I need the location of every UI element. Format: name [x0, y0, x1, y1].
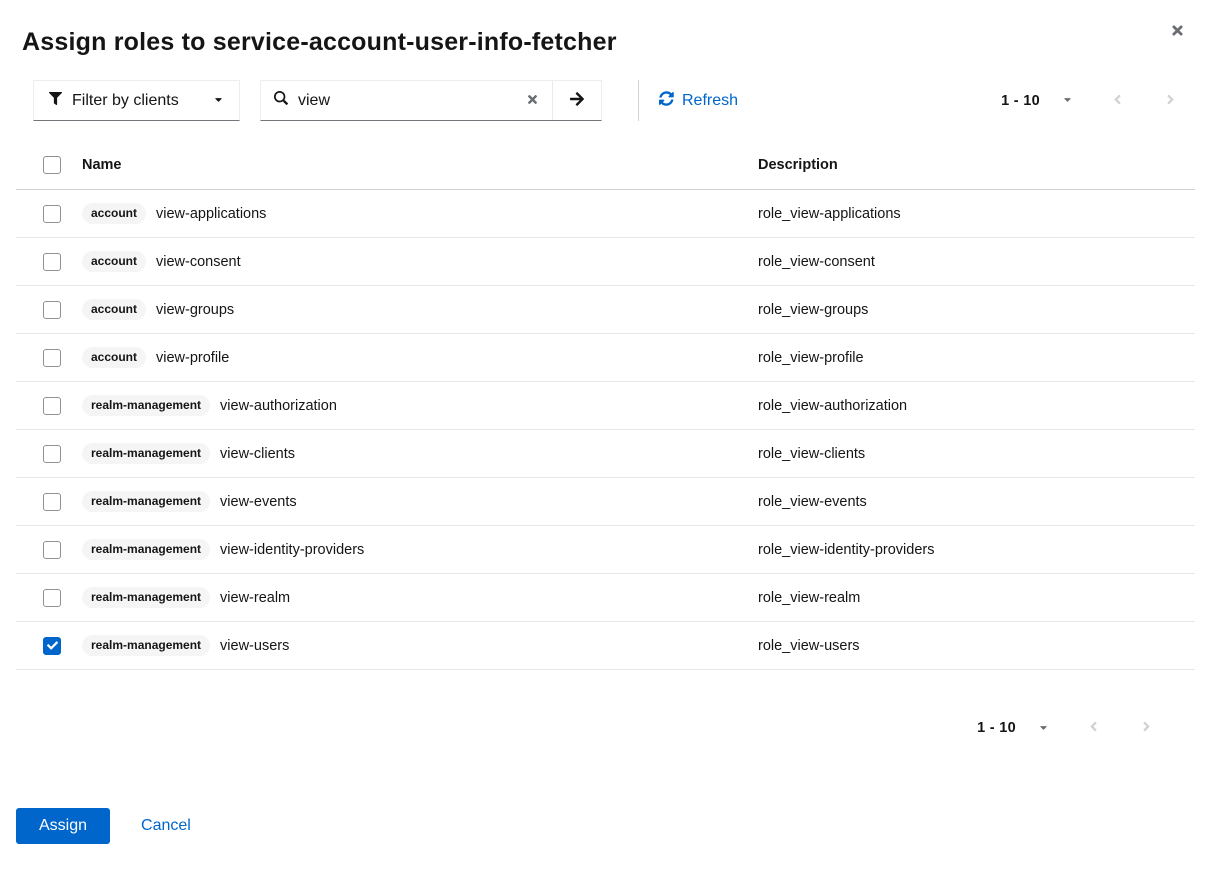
row-checkbox[interactable] [43, 349, 61, 367]
row-checkbox[interactable] [43, 541, 61, 559]
modal-title: Assign roles to service-account-user-inf… [22, 28, 617, 57]
assign-button[interactable]: Assign [16, 808, 110, 844]
row-checkbox[interactable] [43, 637, 61, 655]
row-checkbox[interactable] [43, 493, 61, 511]
angle-right-icon [1166, 92, 1175, 110]
funnel-icon [49, 92, 62, 110]
pagination-toggle[interactable] [1026, 713, 1061, 744]
pagination-top: 1 - 10 [1001, 84, 1195, 118]
table-row: account view-applications role_view-appl… [16, 190, 1195, 238]
role-description: role_view-groups [758, 302, 1195, 318]
angle-left-icon [1089, 719, 1098, 737]
role-description: role_view-identity-providers [758, 542, 1195, 558]
prev-page-button[interactable] [1097, 84, 1138, 118]
cancel-button[interactable]: Cancel [141, 817, 191, 835]
role-badge: account [82, 251, 146, 272]
next-page-button[interactable] [1126, 711, 1167, 745]
role-name: view-groups [156, 302, 234, 318]
refresh-label: Refresh [682, 92, 738, 110]
clear-search-button[interactable] [512, 81, 552, 120]
column-header-description: Description [758, 157, 1195, 173]
row-checkbox[interactable] [43, 253, 61, 271]
table-row: account view-profile role_view-profile [16, 334, 1195, 382]
role-description: role_view-realm [758, 590, 1195, 606]
check-icon [47, 640, 58, 651]
next-page-button[interactable] [1150, 84, 1191, 118]
row-checkbox[interactable] [43, 205, 61, 223]
role-name: view-authorization [220, 398, 337, 414]
role-badge: account [82, 299, 146, 320]
magnifier-icon [274, 91, 288, 110]
times-icon [1170, 23, 1185, 41]
table-row: account view-consent role_view-consent [16, 238, 1195, 286]
role-description: role_view-clients [758, 446, 1195, 462]
role-name: view-consent [156, 254, 241, 270]
refresh-button[interactable]: Refresh [659, 91, 738, 111]
search-box [260, 80, 602, 121]
submit-search-button[interactable] [552, 81, 601, 120]
roles-table: Name Description account view-applicatio… [16, 140, 1195, 670]
role-badge: account [82, 347, 146, 368]
role-description: role_view-applications [758, 206, 1195, 222]
table-row: realm-management view-identity-providers… [16, 526, 1195, 574]
select-all-checkbox[interactable] [43, 156, 61, 174]
role-description: role_view-users [758, 638, 1195, 654]
toolbar: Filter by clients Refresh 1 - 10 [33, 80, 1195, 121]
table-row: realm-management view-authorization role… [16, 382, 1195, 430]
table-row: realm-management view-clients role_view-… [16, 430, 1195, 478]
role-badge: account [82, 203, 146, 224]
column-header-name: Name [82, 157, 758, 173]
caret-down-icon [213, 92, 224, 110]
role-name: view-profile [156, 350, 229, 366]
pagination-toggle[interactable] [1050, 85, 1085, 116]
role-name: view-realm [220, 590, 290, 606]
table-body: account view-applications role_view-appl… [16, 190, 1195, 670]
role-name: view-users [220, 638, 289, 654]
pagination-range: 1 - 10 [977, 720, 1016, 736]
role-name: view-clients [220, 446, 295, 462]
caret-down-icon [1038, 721, 1049, 736]
toolbar-divider [638, 80, 639, 121]
row-checkbox[interactable] [43, 445, 61, 463]
search-input[interactable] [288, 92, 512, 110]
role-description: role_view-consent [758, 254, 1195, 270]
filter-dropdown[interactable]: Filter by clients [33, 80, 240, 121]
sync-icon [659, 91, 674, 111]
pagination-range: 1 - 10 [1001, 93, 1040, 109]
table-header: Name Description [16, 140, 1195, 190]
row-checkbox[interactable] [43, 589, 61, 607]
caret-down-icon [1062, 93, 1073, 108]
arrow-right-icon [569, 91, 585, 110]
filter-label: Filter by clients [72, 92, 179, 110]
prev-page-button[interactable] [1073, 711, 1114, 745]
role-name: view-applications [156, 206, 266, 222]
role-badge: realm-management [82, 539, 210, 560]
role-description: role_view-authorization [758, 398, 1195, 414]
role-name: view-events [220, 494, 297, 510]
angle-right-icon [1142, 719, 1151, 737]
role-description: role_view-profile [758, 350, 1195, 366]
role-badge: realm-management [82, 395, 210, 416]
table-row: account view-groups role_view-groups [16, 286, 1195, 334]
role-badge: realm-management [82, 443, 210, 464]
role-badge: realm-management [82, 635, 210, 656]
table-row: realm-management view-events role_view-e… [16, 478, 1195, 526]
modal-footer: Assign Cancel [16, 808, 191, 844]
pagination-bottom: 1 - 10 [977, 708, 1167, 748]
role-badge: realm-management [82, 587, 210, 608]
close-button[interactable] [1165, 20, 1189, 44]
times-icon [526, 93, 539, 109]
angle-left-icon [1113, 92, 1122, 110]
role-badge: realm-management [82, 491, 210, 512]
role-name: view-identity-providers [220, 542, 364, 558]
table-row: realm-management view-users role_view-us… [16, 622, 1195, 670]
role-description: role_view-events [758, 494, 1195, 510]
table-row: realm-management view-realm role_view-re… [16, 574, 1195, 622]
row-checkbox[interactable] [43, 301, 61, 319]
row-checkbox[interactable] [43, 397, 61, 415]
